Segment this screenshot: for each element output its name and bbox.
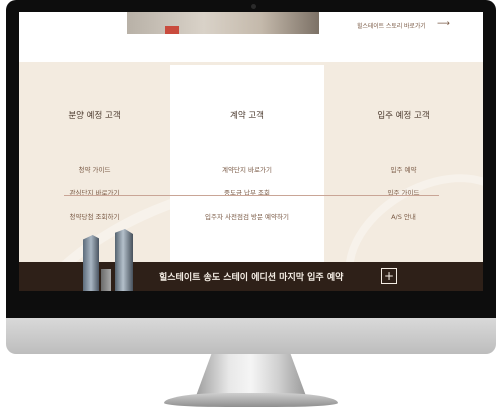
top-photo: [127, 12, 319, 34]
camera-icon: [251, 4, 256, 9]
building-image: [79, 222, 139, 291]
divider: [64, 195, 439, 196]
monitor-stand: [196, 354, 306, 396]
photo-accent: [165, 26, 179, 34]
column-title: 입주 예정 고객: [377, 111, 430, 121]
monitor-stand-base: [164, 393, 338, 407]
menu-item[interactable]: 계약단지 바로가기: [170, 164, 324, 174]
plus-icon[interactable]: +: [381, 268, 397, 284]
column-contract: 계약 고객 계약단지 바로가기 중도금 납부 조회 입주자 사전점검 방문 예약…: [170, 65, 324, 262]
menu-item[interactable]: A/S 안내: [324, 211, 483, 221]
column-move-in: 입주 예정 고객 입주 예약 입주 가이드 A/S 안내: [324, 65, 483, 262]
tower: [115, 229, 133, 291]
column-title: 분양 예정 고객: [68, 111, 121, 121]
story-link[interactable]: 힐스테이트 스토리 바로가기: [357, 21, 426, 30]
menu-item[interactable]: 청약당첨 조회하기: [19, 211, 170, 221]
monitor-chin: [6, 318, 496, 354]
arrow-right-icon[interactable]: ⟶: [437, 19, 450, 29]
menu-item[interactable]: 입주자 사전점검 방문 예약하기: [170, 211, 324, 221]
menu-item[interactable]: 입주 예약: [324, 164, 483, 174]
screen: 힐스테이트 스토리 바로가기 ⟶ 분양 예정 고객 청약 가이드 관심단지 바로…: [19, 12, 483, 291]
column-title: 계약 고객: [230, 111, 264, 121]
top-strip: 힐스테이트 스토리 바로가기 ⟶: [19, 12, 483, 62]
promo-text[interactable]: 힐스테이트 송도 스테이 에디션 마지막 입주 예약: [159, 270, 343, 283]
menu-item[interactable]: 청약 가이드: [19, 164, 170, 174]
tower: [101, 269, 111, 291]
tower: [83, 235, 99, 291]
